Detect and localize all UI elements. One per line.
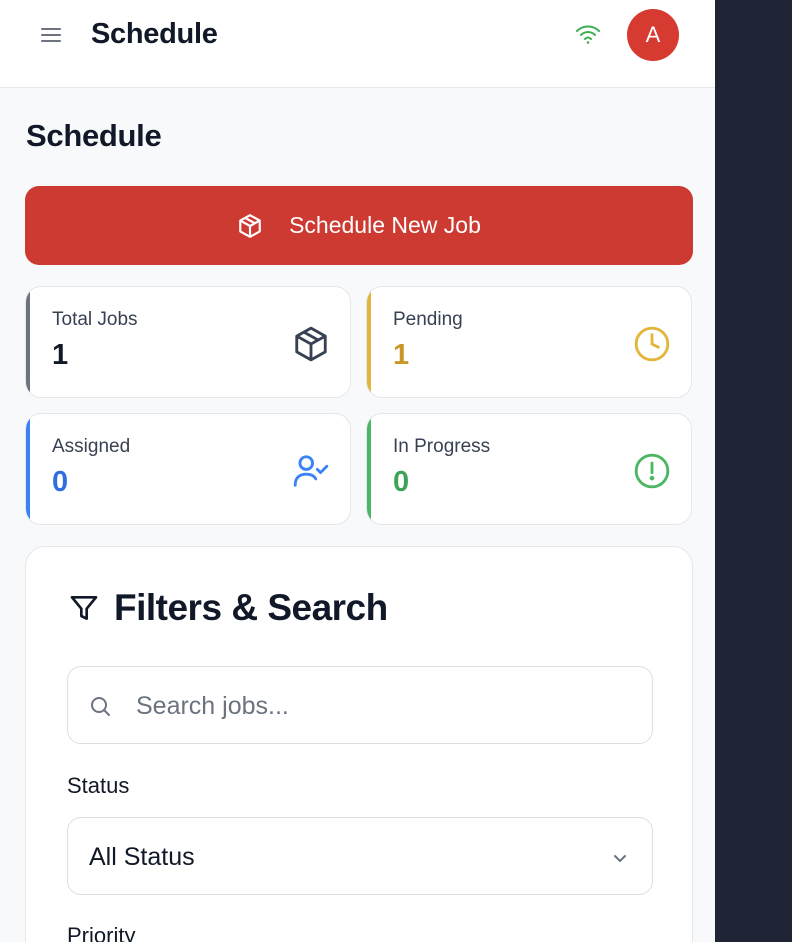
stat-label: In Progress xyxy=(393,436,491,457)
filters-title: Filters & Search xyxy=(114,587,388,628)
stat-value: 1 xyxy=(393,339,410,371)
stat-label: Pending xyxy=(393,309,463,330)
dark-side-panel xyxy=(715,0,792,942)
status-select-value: All Status xyxy=(89,843,195,871)
stat-card-in-progress[interactable]: In Progress 0 xyxy=(366,413,692,525)
alert-circle-icon xyxy=(634,453,670,489)
status-label: Status xyxy=(67,773,130,798)
top-bar: Schedule A xyxy=(0,0,715,88)
app-title: Schedule xyxy=(91,18,218,50)
stat-value: 0 xyxy=(52,466,69,498)
filters-panel: Filters & Search Status All Status Prior… xyxy=(25,546,693,942)
box-icon xyxy=(295,326,327,362)
priority-label: Priority xyxy=(67,923,136,942)
clock-icon xyxy=(634,326,670,362)
search-box[interactable] xyxy=(67,666,653,744)
schedule-new-job-label: Schedule New Job xyxy=(289,212,481,238)
schedule-new-job-button[interactable]: Schedule New Job xyxy=(25,186,693,265)
avatar[interactable]: A xyxy=(627,9,679,61)
wifi-icon xyxy=(576,25,600,44)
stat-label: Total Jobs xyxy=(52,309,138,330)
app-window: Schedule A Schedule Schedule New Job Tot… xyxy=(0,0,715,942)
filter-icon xyxy=(70,596,98,620)
chevron-down-icon xyxy=(614,855,626,862)
stat-value: 0 xyxy=(393,466,410,498)
search-input[interactable] xyxy=(134,685,628,727)
page-title: Schedule xyxy=(26,118,162,153)
user-check-icon xyxy=(293,455,329,487)
stat-card-assigned[interactable]: Assigned 0 xyxy=(25,413,351,525)
search-icon xyxy=(91,697,110,716)
box-icon xyxy=(239,213,261,238)
stat-label: Assigned xyxy=(52,436,131,457)
hamburger-menu-icon[interactable] xyxy=(40,25,62,45)
stat-card-total-jobs[interactable]: Total Jobs 1 xyxy=(25,286,351,398)
stat-card-pending[interactable]: Pending 1 xyxy=(366,286,692,398)
stat-value: 1 xyxy=(52,339,69,371)
status-select[interactable]: All Status xyxy=(67,817,653,895)
filters-heading: Filters & Search xyxy=(68,587,388,629)
